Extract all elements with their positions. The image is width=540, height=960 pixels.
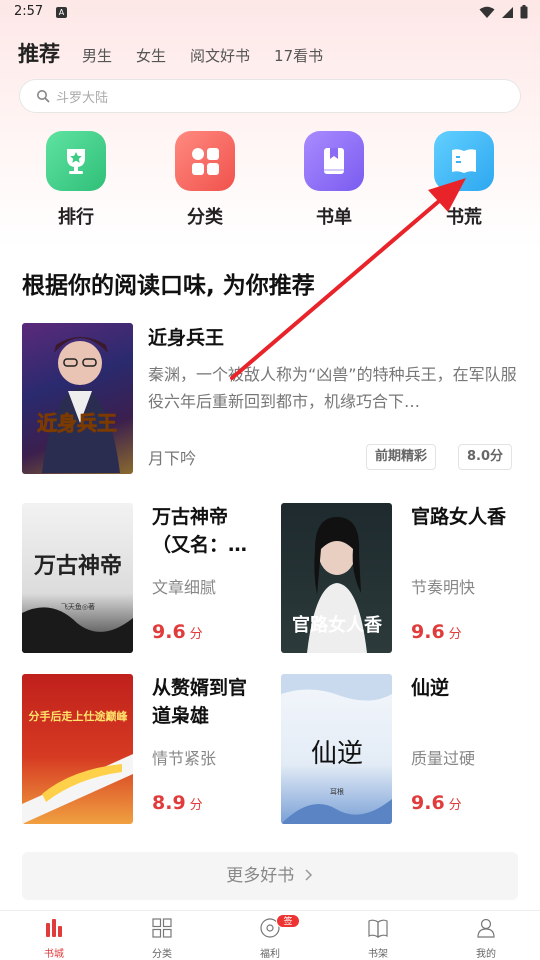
book-cover[interactable]: 近身兵王 [22,323,133,474]
shortcut-label: 书单 [316,207,352,228]
cover-author: 飞天鱼◎著 [61,602,95,611]
book-title[interactable]: 从赘婿到官道枭雄 [152,674,264,730]
shortcut-booklist[interactable]: 书单 [294,131,374,229]
search-icon [37,90,50,103]
shortcut-label: 书荒 [446,207,482,228]
tab-label: 分类 [152,949,172,960]
book-title[interactable]: 仙逆 [411,674,523,702]
status-icons [479,5,528,19]
book-cover[interactable]: 仙逆 耳根 [281,674,392,824]
checkin-badge: 签到 [276,914,300,941]
featured-book[interactable]: 近身兵王 近身兵王 秦渊，一个被敌人称为“凶兽”的特种兵王，在军队服役六年后重新… [22,323,520,475]
category-shortcuts: 排行 分类 书单 书荒 [0,131,540,231]
book-card[interactable]: 分手后走上仕途巅峰 从赘婿到官道枭雄 情节紧张 8.9 分 [22,674,262,826]
cover-title: 仙逆 [311,739,363,769]
tab-category[interactable]: 分类 [132,917,192,960]
tab-recommend[interactable]: 推荐 [18,38,60,68]
shortcut-label: 分类 [187,207,223,228]
chevron-right-icon [305,869,312,881]
tab-label: 我的 [476,949,496,960]
tab-yuewen[interactable]: 阅文好书 [190,45,250,66]
bottom-tab-bar: 书城 分类 签到 福利 书架 我的 [0,910,540,960]
tab-17kanshu[interactable]: 17看书 [274,45,323,66]
tab-label: 书城 [44,949,64,960]
section-title: 根据你的阅读口味, 为你推荐 [22,273,315,299]
more-books-label: 更多好书 [226,866,295,886]
shortcut-category[interactable]: 分类 [165,131,245,229]
tab-bookstore[interactable]: 书城 [24,917,84,960]
tab-label: 福利 [260,949,280,960]
book-card[interactable]: 仙逆 耳根 仙逆 质量过硬 9.6 分 [281,674,521,826]
grid-icon [175,131,235,191]
book-subtitle: 文章细腻 [152,578,217,597]
book-tag: 前期精彩 [366,444,437,470]
cover-title: 近身兵王 [37,411,117,435]
book-author: 月下吟 [148,449,197,468]
book-subtitle: 情节紧张 [152,749,217,768]
book-title[interactable]: 万古神帝（又名：… [152,503,264,559]
book-description: 秦渊，一个被敌人称为“凶兽”的特种兵王，在军队服役六年后重新回到都市，机缘巧合下… [148,365,517,411]
book-cover[interactable]: 官路女人香 [281,503,392,653]
tab-male[interactable]: 男生 [82,45,112,66]
trophy-icon [46,131,106,191]
book-score-tag: 8.0分 [458,444,513,470]
shortcut-book-shortage[interactable]: 书荒 [424,131,504,229]
tab-welfare[interactable]: 签到 福利 [240,914,300,960]
battery-icon [520,5,528,19]
book-card[interactable]: 官路女人香 官路女人香 节奏明快 9.6 分 [281,503,521,655]
bookmark-book-icon [304,131,364,191]
book-cover[interactable]: 万古神帝 飞天鱼◎著 [22,503,133,653]
channel-tabs: 推荐 男生 女生 阅文好书 17看书 [18,38,347,68]
book-subtitle: 节奏明快 [411,578,476,597]
signal-icon [502,6,513,18]
wifi-icon [479,6,495,18]
bookshelf-icon [368,919,388,939]
open-book-icon [434,131,494,191]
book-card[interactable]: 万古神帝 飞天鱼◎著 万古神帝（又名：… 文章细腻 9.6 分 [22,503,262,655]
book-title[interactable]: 官路女人香 [411,503,523,531]
status-time: 2:57 [14,4,44,19]
tab-label: 书架 [368,949,388,960]
notification-icon: A [56,7,67,18]
status-bar: 2:57 A [0,0,540,26]
book-score: 8.9 分 [152,792,203,814]
book-title[interactable]: 近身兵王 [148,323,224,350]
category-icon [152,918,172,938]
cover-title: 分手后走上仕途巅峰 [29,709,129,723]
shortcut-ranking[interactable]: 排行 [36,131,116,229]
book-score: 9.6 分 [152,621,203,643]
cover-title: 官路女人香 [292,614,383,636]
cover-title: 万古神帝 [33,553,122,579]
search-placeholder: 斗罗大陆 [56,90,109,106]
book-score: 9.6 分 [411,792,462,814]
tab-profile[interactable]: 我的 [456,917,516,960]
book-score: 9.6 分 [411,621,462,643]
tab-female[interactable]: 女生 [136,45,166,66]
book-cover[interactable]: 分手后走上仕途巅峰 [22,674,133,824]
bookstore-icon [46,919,62,937]
search-input[interactable]: 斗罗大陆 [19,79,521,113]
book-subtitle: 质量过硬 [411,749,476,768]
more-books-button[interactable]: 更多好书 [22,852,518,900]
tab-bookshelf[interactable]: 书架 [348,917,408,960]
shortcut-label: 排行 [58,207,94,228]
profile-icon [477,918,495,938]
cover-author: 耳根 [330,787,344,796]
